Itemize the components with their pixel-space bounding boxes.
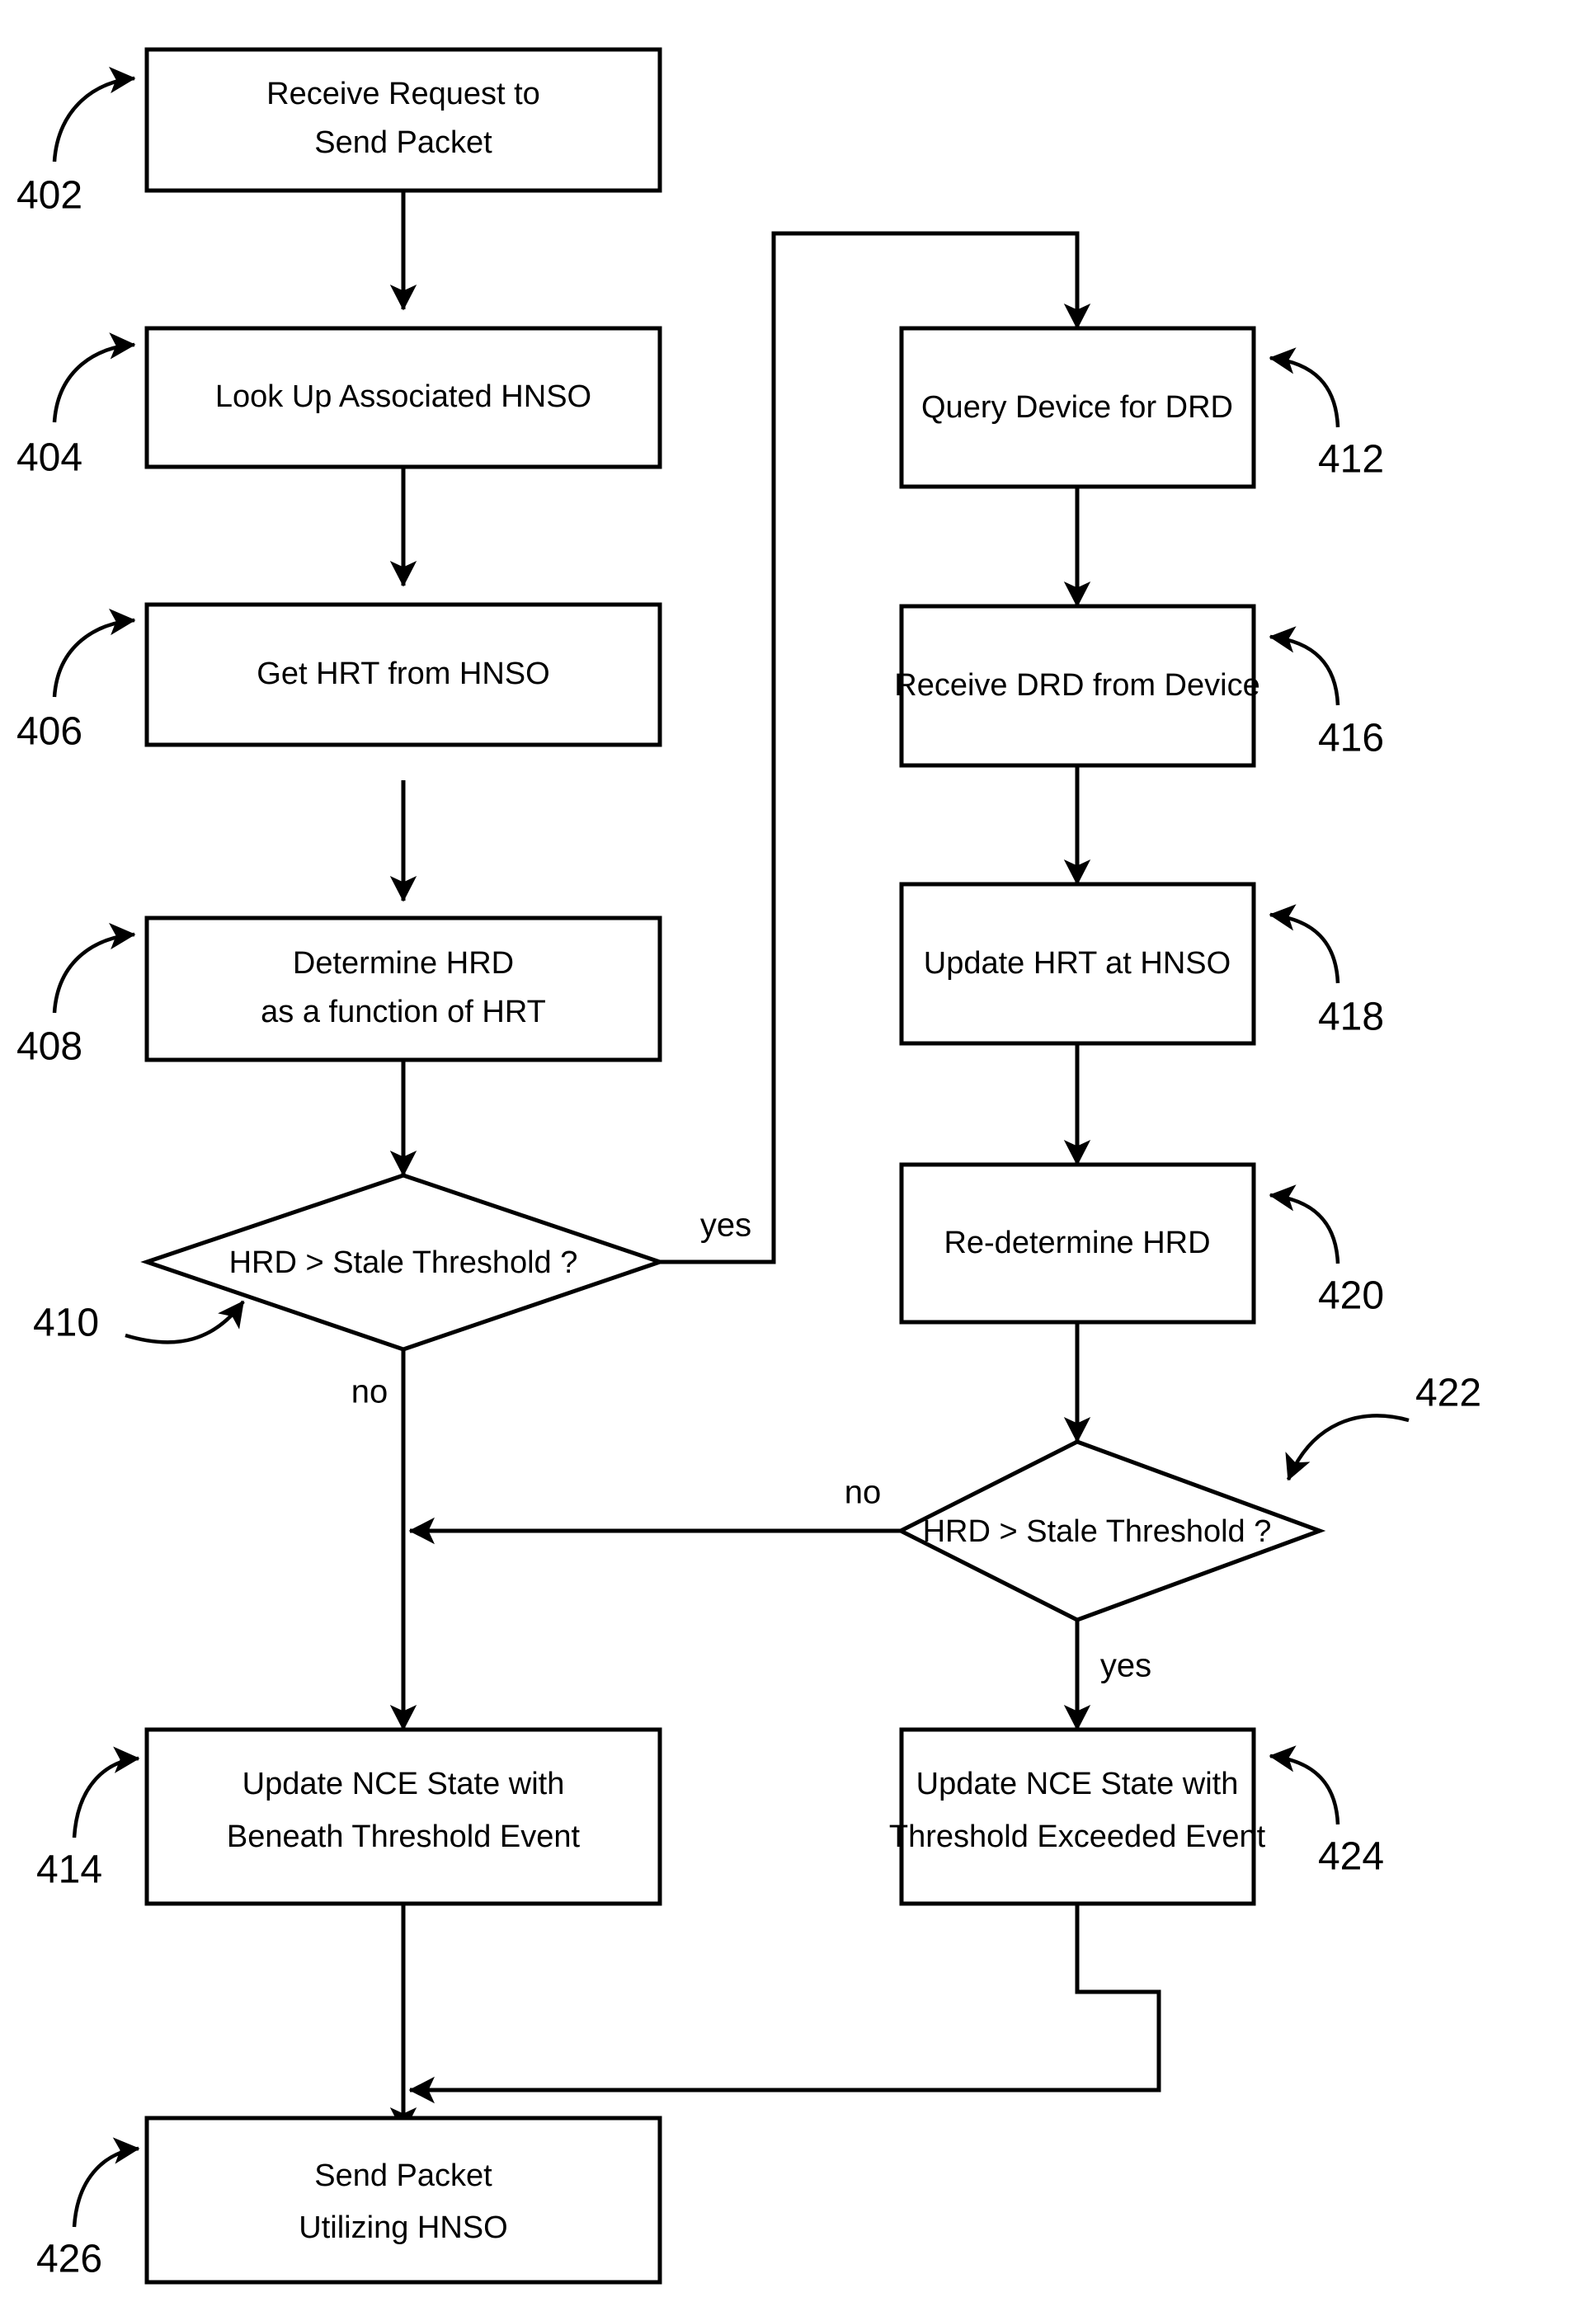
ref-number-418: 418 — [1318, 996, 1384, 1039]
edge-label-yes-410: yes — [700, 1207, 751, 1244]
ref-leader-408 — [52, 922, 136, 1014]
ref-leader-414 — [72, 1746, 140, 1838]
node-424-line-2: Threshold Exceeded Event — [889, 1819, 1266, 1854]
ref-leader-426 — [72, 2137, 140, 2228]
node-408-line-1: Determine HRD — [293, 946, 514, 981]
ref-leader-416 — [1269, 626, 1340, 706]
node-418-line-1: Update HRT at HNSO — [924, 946, 1231, 981]
node-414-line-2: Beneath Threshold Event — [227, 1819, 581, 1854]
node-422-label: HRD > Stale Threshold ? — [923, 1514, 1272, 1549]
edge-label-yes-422: yes — [1100, 1648, 1151, 1684]
ref-number-408: 408 — [16, 1025, 82, 1069]
node-420-line-1: Re-determine HRD — [944, 1226, 1210, 1260]
ref-number-406: 406 — [16, 710, 82, 754]
edge-label-no-422: no — [845, 1475, 882, 1511]
node-402-line-1: Receive Request to — [266, 77, 540, 111]
flowchart-page: Receive Request to Send Packet Look Up A… — [0, 0, 1596, 2302]
edge-424-merge-to-426 — [408, 1904, 1161, 2104]
ref-leader-412 — [1269, 347, 1340, 428]
node-426-line-1: Send Packet — [314, 2158, 492, 2193]
node-426-box — [144, 2116, 662, 2285]
ref-leader-402 — [52, 66, 136, 162]
ref-number-422: 422 — [1415, 1372, 1481, 1415]
node-414-box — [144, 1727, 662, 1906]
ref-leader-406 — [52, 608, 136, 698]
ref-number-410: 410 — [33, 1302, 99, 1345]
node-402-box — [144, 47, 662, 193]
node-424-line-1: Update NCE State with — [916, 1767, 1239, 1801]
ref-number-404: 404 — [16, 436, 82, 480]
node-406-line-1: Get HRT from HNSO — [257, 657, 549, 691]
ref-number-426: 426 — [36, 2238, 102, 2281]
node-402-line-2: Send Packet — [314, 125, 492, 160]
node-426-line-2: Utilizing HNSO — [299, 2210, 507, 2245]
ref-leader-410 — [125, 1300, 245, 1344]
node-416-line-1: Receive DRD from Device — [894, 668, 1259, 703]
flowchart-canvas: Receive Request to Send Packet Look Up A… — [16, 47, 1481, 2285]
node-412-line-1: Query Device for DRD — [921, 390, 1233, 425]
node-408-line-2: as a function of HRT — [261, 995, 546, 1029]
node-410-label: HRD > Stale Threshold ? — [229, 1245, 578, 1280]
node-414-line-1: Update NCE State with — [242, 1767, 565, 1801]
ref-leader-420 — [1269, 1184, 1340, 1264]
ref-leader-424 — [1269, 1745, 1340, 1825]
node-408-box — [144, 916, 662, 1062]
edge-label-no-410: no — [351, 1374, 388, 1410]
ref-number-424: 424 — [1318, 1835, 1384, 1879]
ref-number-412: 412 — [1318, 438, 1384, 482]
ref-leader-418 — [1269, 904, 1340, 984]
node-404-line-1: Look Up Associated HNSO — [215, 379, 591, 414]
ref-number-420: 420 — [1318, 1274, 1384, 1318]
node-424-box — [899, 1727, 1256, 1906]
ref-number-414: 414 — [36, 1848, 102, 1892]
ref-number-416: 416 — [1318, 717, 1384, 760]
ref-leader-422 — [1285, 1414, 1410, 1481]
ref-leader-404 — [52, 332, 136, 423]
ref-number-402: 402 — [16, 174, 82, 218]
